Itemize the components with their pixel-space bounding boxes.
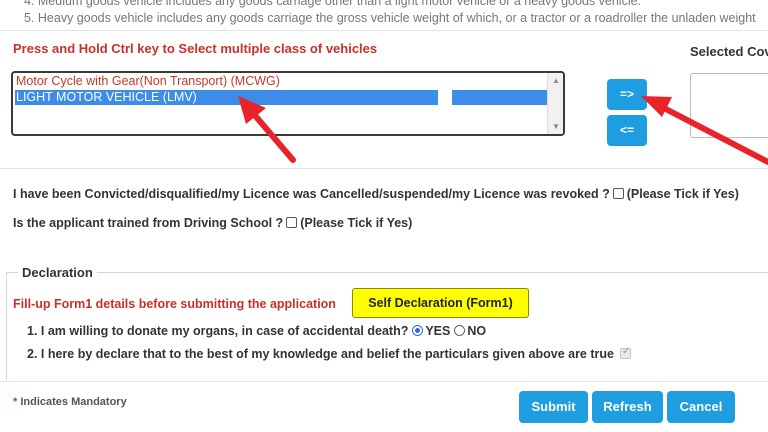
submit-button[interactable]: Submit xyxy=(519,391,588,423)
organ-donation-label: 1. I am willing to donate my organs, in … xyxy=(27,324,409,338)
mandatory-star: * xyxy=(13,396,18,408)
question-driving-school-label: Is the applicant trained from Driving Sc… xyxy=(13,216,284,230)
refresh-button[interactable]: Refresh xyxy=(592,391,663,423)
question-driving-school: Is the applicant trained from Driving Sc… xyxy=(13,216,412,230)
mandatory-label: Indicates Mandatory xyxy=(20,396,127,408)
yes-radio[interactable] xyxy=(412,325,424,336)
no-radio[interactable] xyxy=(454,325,466,336)
cancel-button[interactable]: Cancel xyxy=(667,391,735,423)
note-4: 4. Medium goods vehicle includes any goo… xyxy=(24,0,642,8)
yes-label[interactable]: YES xyxy=(425,324,450,338)
divider xyxy=(0,381,768,382)
selected-cov-listbox[interactable] xyxy=(690,73,768,138)
divider xyxy=(0,30,768,31)
move-right-button[interactable]: => xyxy=(607,79,647,110)
note-5: 5. Heavy goods vehicle includes any good… xyxy=(24,11,756,25)
option-mcwg[interactable]: Motor Cycle with Gear(Non Transport) (MC… xyxy=(15,74,435,89)
scroll-down-icon[interactable]: ▼ xyxy=(552,122,560,131)
scroll-up-icon[interactable]: ▲ xyxy=(552,76,560,85)
selected-cov-title: Selected Cov xyxy=(690,44,768,59)
declaration-checkbox xyxy=(619,346,631,359)
mandatory-note: * Indicates Mandatory xyxy=(13,396,127,408)
no-label[interactable]: NO xyxy=(467,324,486,338)
move-left-button[interactable]: <= xyxy=(607,115,647,146)
convicted-checkbox[interactable] xyxy=(612,188,624,199)
organ-donation-question: 1. I am willing to donate my organs, in … xyxy=(27,324,486,338)
listbox-scrollbar[interactable]: ▲ ▼ xyxy=(547,73,563,134)
divider xyxy=(0,168,768,169)
question-convicted: I have been Convicted/disqualified/my Li… xyxy=(13,187,739,201)
convicted-hint: (Please Tick if Yes) xyxy=(626,187,739,201)
declaration-statement: 2. I here by declare that to the best of… xyxy=(27,346,631,361)
driving-school-hint: (Please Tick if Yes) xyxy=(300,216,413,230)
instructions-notes: 4. Medium goods vehicle includes any goo… xyxy=(0,0,768,30)
declaration-legend: Declaration xyxy=(18,265,97,280)
fill-up-notice: Fill-up Form1 details before submitting … xyxy=(13,297,336,311)
self-declaration-button[interactable]: Self Declaration (Form1) xyxy=(352,288,529,318)
multi-select-hint: Press and Hold Ctrl key to Select multip… xyxy=(13,41,378,56)
question-convicted-label: I have been Convicted/disqualified/my Li… xyxy=(13,187,610,201)
declaration-statement-label: 2. I here by declare that to the best of… xyxy=(27,347,614,361)
vehicle-class-listbox[interactable]: Motor Cycle with Gear(Non Transport) (MC… xyxy=(11,71,565,136)
option-lmv[interactable]: LIGHT MOTOR VEHICLE (LMV) xyxy=(15,90,549,105)
listbox-gap xyxy=(438,73,452,134)
driving-school-checkbox[interactable] xyxy=(286,217,298,228)
